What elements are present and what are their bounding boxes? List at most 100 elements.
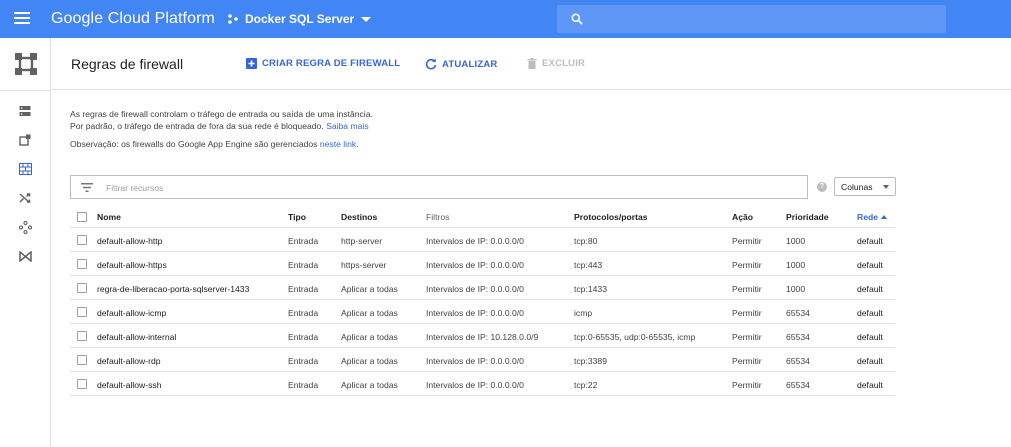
firewall-icon[interactable]	[15, 159, 35, 179]
cell-type: Entrada	[288, 380, 319, 390]
cell-protocols: tcp:80	[574, 236, 598, 246]
cell-name[interactable]: default-allow-rdp	[97, 356, 161, 366]
cell-targets: Aplicar a todas	[341, 380, 398, 390]
learn-more-link[interactable]: Saiba mais	[326, 121, 369, 131]
instances-icon[interactable]	[15, 101, 35, 121]
header-action[interactable]: Ação	[732, 212, 753, 222]
cell-targets: Aplicar a todas	[341, 308, 398, 318]
cell-network[interactable]: default	[857, 380, 883, 390]
app-engine-note: Observação: os firewalls do Google App E…	[70, 139, 359, 149]
cell-name[interactable]: default-allow-http	[97, 236, 162, 246]
header-type[interactable]: Tipo	[288, 212, 306, 222]
filter-input[interactable]: Filtrar recursos	[70, 175, 808, 199]
nav-divider	[0, 90, 50, 91]
compute-engine-icon[interactable]	[15, 53, 37, 75]
cell-network[interactable]: default	[857, 356, 883, 366]
table-row[interactable]: default-allow-http Entrada http-server Inte…	[70, 228, 895, 252]
cell-network[interactable]: default	[857, 284, 883, 294]
brand-title[interactable]: Google Cloud Platform	[51, 10, 215, 28]
cell-name[interactable]: regra-de-liberacao-porta-sqlserver-1433	[97, 284, 249, 294]
row-checkbox[interactable]	[77, 283, 87, 293]
cell-targets: Aplicar a todas	[341, 332, 398, 342]
cell-priority: 65534	[786, 356, 810, 366]
cell-name[interactable]: default-allow-ssh	[97, 380, 161, 390]
routes-icon[interactable]	[15, 188, 35, 208]
row-checkbox[interactable]	[77, 307, 87, 317]
search-icon	[571, 13, 583, 25]
refresh-button[interactable]: ATUALIZAR	[425, 58, 497, 70]
cell-targets: Aplicar a todas	[341, 356, 398, 366]
cell-name[interactable]: default-allow-icmp	[97, 308, 166, 318]
chevron-down-icon	[361, 16, 372, 22]
cell-filters: Intervalos de IP: 0.0.0.0/0	[426, 308, 524, 318]
cell-priority: 65534	[786, 332, 810, 342]
select-all-checkbox[interactable]	[77, 212, 87, 222]
delete-label: EXCLUIR	[542, 58, 586, 69]
filter-placeholder: Filtrar recursos	[106, 183, 164, 193]
table-row[interactable]: default-allow-https Entrada https-server In…	[70, 252, 895, 276]
cell-type: Entrada	[288, 236, 319, 246]
cell-filters: Intervalos de IP: 0.0.0.0/0	[426, 356, 524, 366]
header-network[interactable]: Rede	[857, 212, 888, 222]
cell-network[interactable]: default	[857, 260, 883, 270]
table-row[interactable]: default-allow-internal Entrada Aplicar a t…	[70, 324, 895, 348]
cell-action: Permitir	[732, 356, 762, 366]
row-checkbox[interactable]	[77, 259, 87, 269]
vpn-icon[interactable]	[15, 246, 35, 266]
table-header-row: Nome Tipo Destinos Filtros Protocolos/po…	[70, 205, 895, 228]
intro-line-1: As regras de firewall controlam o tráfeg…	[70, 109, 373, 119]
filter-icon	[81, 183, 93, 192]
cell-filters: Intervalos de IP: 10.128.0.0/9	[426, 332, 539, 342]
cell-network[interactable]: default	[857, 308, 883, 318]
cell-type: Entrada	[288, 260, 319, 270]
firewall-rules-table: Nome Tipo Destinos Filtros Protocolos/po…	[70, 205, 895, 396]
columns-dropdown[interactable]: Colunas	[834, 177, 896, 196]
cell-targets: http-server	[341, 236, 383, 246]
cell-priority: 65534	[786, 380, 810, 390]
cell-network[interactable]: default	[857, 332, 883, 342]
table-row[interactable]: default-allow-ssh Entrada Aplicar a todas I…	[70, 372, 895, 396]
table-row[interactable]: regra-de-liberacao-porta-sqlserver-1433 E…	[70, 276, 895, 300]
row-checkbox[interactable]	[77, 355, 87, 365]
menu-icon[interactable]	[14, 12, 30, 26]
cell-action: Permitir	[732, 284, 762, 294]
columns-label: Colunas	[841, 182, 873, 192]
cell-protocols: tcp:1433	[574, 284, 607, 294]
table-row[interactable]: default-allow-icmp Entrada Aplicar a todas…	[70, 300, 895, 324]
row-checkbox[interactable]	[77, 235, 87, 245]
cell-action: Permitir	[732, 308, 762, 318]
cell-type: Entrada	[288, 284, 319, 294]
row-checkbox[interactable]	[77, 379, 87, 389]
cell-protocols: tcp:3389	[574, 356, 607, 366]
app-engine-link[interactable]: neste link	[320, 139, 356, 149]
row-checkbox[interactable]	[77, 331, 87, 341]
top-bar: Google Cloud Platform Docker SQL Server	[0, 0, 1011, 38]
intro-line-2: Por padrão, o tráfego de entrada de fora…	[70, 121, 369, 131]
cell-targets: https-server	[341, 260, 387, 270]
search-input[interactable]	[557, 5, 946, 33]
cell-priority: 1000	[786, 236, 806, 246]
create-firewall-rule-button[interactable]: CRIAR REGRA DE FIREWALL	[246, 58, 400, 69]
cell-filters: Intervalos de IP: 0.0.0.0/0	[426, 260, 524, 270]
cell-name[interactable]: default-allow-internal	[97, 332, 176, 342]
header-name[interactable]: Nome	[97, 212, 121, 222]
cell-filters: Intervalos de IP: 0.0.0.0/0	[426, 236, 524, 246]
cell-protocols: tcp:443	[574, 260, 603, 270]
cell-action: Permitir	[732, 260, 762, 270]
project-selector[interactable]: Docker SQL Server	[227, 12, 372, 26]
left-nav	[0, 38, 51, 447]
create-label: CRIAR REGRA DE FIREWALL	[262, 58, 401, 69]
delete-button[interactable]: EXCLUIR	[527, 58, 585, 69]
help-icon[interactable]: ?	[817, 182, 827, 192]
cell-action: Permitir	[732, 380, 762, 390]
header-priority[interactable]: Prioridade	[786, 212, 829, 222]
snapshot-icon[interactable]	[15, 130, 35, 150]
cell-name[interactable]: default-allow-https	[97, 260, 167, 270]
cell-priority: 1000	[786, 260, 806, 270]
table-row[interactable]: default-allow-rdp Entrada Aplicar a todas I…	[70, 348, 895, 372]
header-protocols[interactable]: Protocolos/portas	[574, 212, 648, 222]
chevron-down-icon	[883, 185, 889, 189]
cell-network[interactable]: default	[857, 236, 883, 246]
network-icon[interactable]	[15, 217, 35, 237]
header-targets[interactable]: Destinos	[341, 212, 377, 222]
